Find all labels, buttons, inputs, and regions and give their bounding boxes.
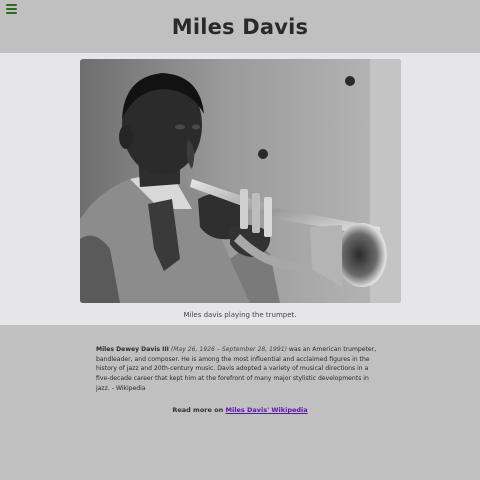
read-more-prefix: Read more on [172,406,226,414]
content-section: Miles Dewey Davis III (May 26, 1926 – Se… [0,325,480,480]
wikipedia-link[interactable]: Miles Davis' Wikipedia [226,406,308,414]
bio-paragraph: Miles Dewey Davis III (May 26, 1926 – Se… [96,345,382,394]
read-more-line: Read more on Miles Davis' Wikipedia [0,406,480,414]
page-header: Miles Davis [0,0,480,53]
photo-caption: Miles davis playing the trumpet. [183,311,297,319]
miles-davis-photo [80,59,401,303]
page-title: Miles Davis [171,15,309,39]
bio-dates: (May 26, 1926 – September 28, 1991) [170,346,287,353]
figure-section: Miles davis playing the trumpet. [0,53,480,325]
bio-name: Miles Dewey Davis III [96,346,169,353]
